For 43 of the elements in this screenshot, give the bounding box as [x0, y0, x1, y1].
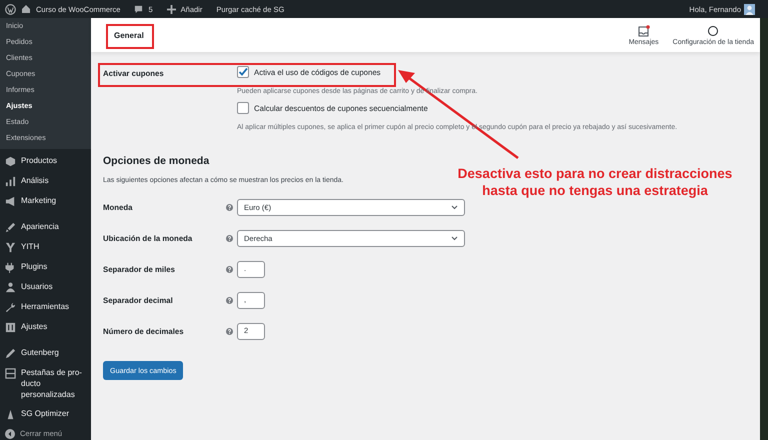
menu-item[interactable]: YITH: [21, 241, 40, 252]
wordpress-logo-icon[interactable]: [5, 4, 16, 14]
avatar-icon[interactable]: [744, 4, 755, 14]
menu-item[interactable]: Apariencia: [21, 221, 59, 232]
pencil-icon: [5, 348, 16, 359]
brush-icon: [5, 222, 16, 233]
menu-item[interactable]: Herramientas: [21, 301, 70, 312]
bar-chart-icon: [5, 176, 16, 187]
menu-item[interactable]: Plugins: [21, 261, 48, 272]
menu-item[interactable]: Análisis: [21, 175, 49, 186]
menu-item[interactable]: Marketing: [21, 195, 56, 206]
plug-icon: [5, 262, 16, 273]
menu-item[interactable]: Usuarios: [21, 281, 53, 292]
menu-item[interactable]: Productos: [21, 155, 58, 166]
caret-icon: [451, 205, 458, 210]
inbox-icon[interactable]: [638, 24, 650, 36]
menu-item[interactable]: Pestañas de pro-ducto personalizadas: [21, 367, 87, 400]
checkbox[interactable]: [237, 102, 249, 114]
annotation-text: Desactiva esto para no crear distracciones hasta que no tengas una estrategia: [456, 165, 734, 199]
circle-icon[interactable]: [707, 24, 720, 36]
layout-icon: [5, 368, 16, 379]
highlight-frame: [106, 24, 154, 49]
menu-item[interactable]: SG Optimizer: [21, 408, 70, 419]
wrench-icon: [5, 302, 16, 313]
help-icon[interactable]: [226, 297, 233, 304]
header-tab[interactable]: General: [114, 26, 144, 44]
checkbox[interactable]: [237, 66, 249, 78]
help-icon[interactable]: [226, 328, 233, 335]
plus-icon[interactable]: [166, 4, 176, 14]
menu-item[interactable]: Ajustes: [21, 321, 48, 332]
menu-item[interactable]: Gutenberg: [21, 347, 59, 358]
megaphone-icon: [5, 196, 16, 207]
section-title: Opciones de moneda: [103, 155, 210, 167]
help-icon[interactable]: [226, 235, 233, 242]
help-icon[interactable]: [226, 266, 233, 273]
home-icon: [21, 4, 31, 14]
collapse-icon[interactable]: [5, 429, 15, 439]
help-icon[interactable]: [226, 204, 233, 211]
comment-icon[interactable]: [134, 4, 144, 14]
person-icon: [5, 282, 16, 293]
caret-icon: [451, 236, 458, 241]
box-icon: [5, 156, 16, 167]
logo-icon: [5, 242, 16, 253]
